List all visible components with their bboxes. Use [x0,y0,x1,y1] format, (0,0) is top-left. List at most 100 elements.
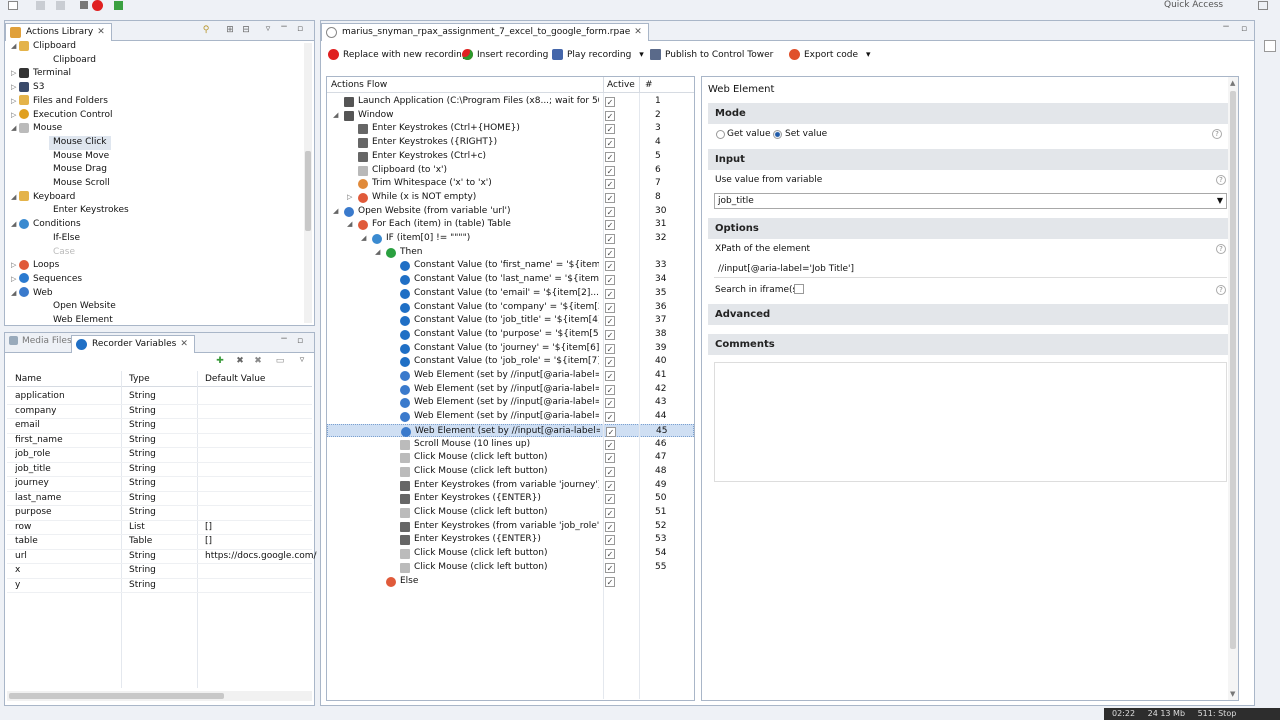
library-item[interactable]: ▷ Execution Control [11,109,113,123]
import-icon[interactable]: ▭ [275,356,285,366]
active-checkbox[interactable]: ✓ [605,247,615,258]
quick-access[interactable]: Quick Access [1164,0,1223,10]
active-checkbox[interactable]: ✓ [605,316,615,327]
scroll-down-icon[interactable]: ▼ [1230,690,1235,698]
expand-icon[interactable]: ⊞ [225,25,235,35]
new-icon[interactable] [8,1,18,10]
section-mode[interactable]: Mode [708,103,1232,124]
library-item[interactable]: Web Element [49,314,117,328]
library-item[interactable]: ◢ Keyboard [11,191,75,205]
active-checkbox[interactable]: ✓ [605,288,615,299]
active-checkbox[interactable]: ✓ [606,426,616,437]
tab-recorder-variables[interactable]: Recorder Variables ✕ [71,335,195,353]
play-recording-button[interactable]: Play recording ▾ [552,48,644,62]
library-item[interactable]: Mouse Scroll [49,177,114,191]
column-header-flow[interactable]: Actions Flow [331,80,387,90]
horizontal-scrollbar[interactable] [7,691,312,701]
variable-row[interactable]: application String [7,390,312,405]
help-icon[interactable]: ? [1216,285,1226,295]
chevron-down-icon[interactable]: ▼ [1217,196,1223,205]
collapsed-arrow-icon[interactable]: ▷ [11,67,19,81]
active-checkbox[interactable]: ✓ [605,453,615,464]
active-checkbox[interactable]: ✓ [605,480,615,491]
library-item[interactable]: ▷ Loops [11,259,59,273]
remove-all-icon[interactable]: ✖ [253,356,263,366]
variable-select[interactable]: job_title ▼ [714,193,1227,209]
perspective-icon[interactable] [1258,1,1268,10]
column-header[interactable]: Default Value [205,374,265,384]
variable-row[interactable]: row List [] [7,521,312,535]
library-item[interactable]: ▷ S3 [11,81,44,95]
scroll-up-icon[interactable]: ▲ [1230,79,1235,87]
run-icon[interactable] [114,1,123,10]
active-checkbox[interactable]: ✓ [605,329,615,340]
properties-scrollbar[interactable]: ▲ ▼ [1228,77,1238,700]
library-item[interactable]: Open Website [49,300,120,314]
library-item[interactable]: ▷ Terminal [11,67,71,81]
expanded-arrow-icon[interactable]: ◢ [11,40,19,54]
library-scrollbar[interactable] [304,43,312,323]
comments-textarea[interactable] [714,362,1227,482]
active-checkbox[interactable]: ✓ [605,576,615,587]
collapsed-arrow-icon[interactable]: ▷ [11,259,19,273]
maximize-icon[interactable]: ▫ [295,24,305,34]
library-item[interactable]: ◢ Clipboard [11,40,76,54]
dropdown-arrow-icon[interactable]: ▾ [639,50,644,60]
expanded-arrow-icon[interactable]: ◢ [361,234,366,242]
variable-row[interactable]: job_title String [7,463,312,477]
maximize-icon[interactable]: ▫ [295,336,305,346]
active-checkbox[interactable]: ✓ [605,151,615,162]
active-checkbox[interactable]: ✓ [605,535,615,546]
tab-media-files[interactable]: Media Files [9,336,72,346]
expanded-arrow-icon[interactable]: ◢ [333,111,338,119]
remove-variable-icon[interactable]: ✖ [235,356,245,366]
view-menu-icon[interactable]: ▿ [297,355,307,365]
tab-editor-file[interactable]: marius_snyman_rpax_assignment_7_excel_to… [321,23,649,41]
iframe-checkbox[interactable] [794,284,804,294]
variable-row[interactable]: first_name String [7,434,312,448]
column-header-number[interactable]: # [645,80,653,90]
export-code-button[interactable]: Export code ▾ [789,48,871,62]
variable-row[interactable]: url String https://docs.google.com/fc [7,550,317,564]
collapsed-arrow-icon[interactable]: ▷ [347,193,352,201]
active-checkbox[interactable]: ✓ [605,371,615,381]
publish-control-tower-button[interactable]: Publish to Control Tower [650,48,773,62]
variable-row[interactable]: y String [7,579,312,593]
active-checkbox[interactable]: ✓ [605,220,615,231]
tab-actions-library[interactable]: Actions Library ✕ [5,23,112,41]
replace-recording-button[interactable]: Replace with new recording [328,48,468,62]
minimize-icon[interactable]: − [1221,22,1231,32]
close-icon[interactable]: ✕ [180,339,188,349]
section-advanced[interactable]: Advanced [708,304,1232,325]
active-checkbox[interactable]: ✓ [605,124,615,135]
active-checkbox[interactable]: ✓ [605,261,615,272]
expanded-arrow-icon[interactable]: ◢ [347,220,352,228]
active-checkbox[interactable]: ✓ [605,110,615,121]
variable-row[interactable]: table Table [] [7,535,312,550]
library-item[interactable]: Mouse Drag [49,163,111,177]
record-icon[interactable] [92,0,103,11]
scroll-thumb[interactable] [9,693,224,699]
active-checkbox[interactable]: ✓ [605,508,615,518]
active-checkbox[interactable]: ✓ [605,165,615,176]
dropdown-arrow-icon[interactable]: ▾ [866,50,871,60]
active-checkbox[interactable]: ✓ [605,97,615,107]
collapse-icon[interactable]: ⊟ [241,25,251,35]
help-icon[interactable]: ? [1216,244,1226,254]
expanded-arrow-icon[interactable]: ◢ [11,122,19,136]
variable-row[interactable]: job_role String [7,448,312,463]
collapsed-arrow-icon[interactable]: ▷ [11,95,19,109]
library-item[interactable]: If-Else [49,232,84,246]
active-checkbox[interactable]: ✓ [605,192,615,203]
close-icon[interactable]: ✕ [97,27,105,37]
section-comments[interactable]: Comments [708,334,1232,355]
collapsed-arrow-icon[interactable]: ▷ [11,273,19,287]
active-checkbox[interactable]: ✓ [605,384,615,395]
column-header-active[interactable]: Active [607,80,635,90]
add-variable-icon[interactable]: ✚ [215,356,225,366]
active-checkbox[interactable]: ✓ [605,357,615,368]
library-item[interactable]: Clipboard [49,54,100,68]
active-checkbox[interactable]: ✓ [605,275,615,286]
stop-icon[interactable] [80,1,88,9]
pin-icon[interactable]: ⚲ [201,25,211,35]
